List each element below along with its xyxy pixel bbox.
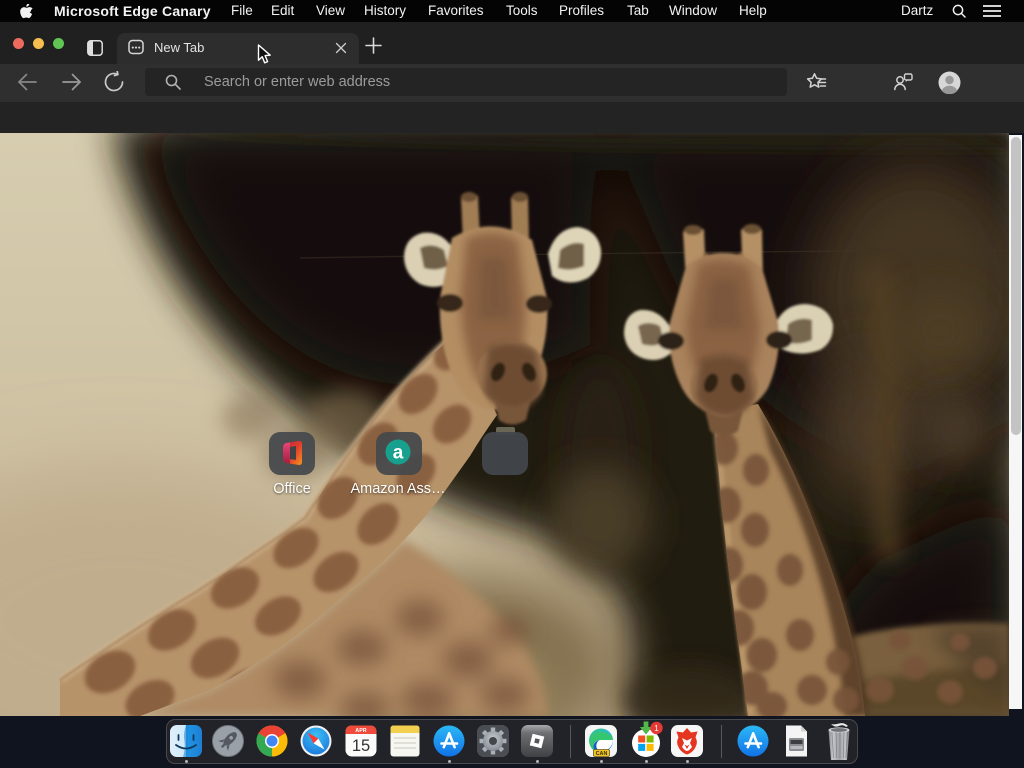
svg-text:a: a — [393, 443, 404, 464]
svg-text:CAN: CAN — [596, 751, 608, 757]
svg-text:APR: APR — [355, 728, 366, 734]
svg-text:15: 15 — [352, 737, 370, 755]
svg-text:1: 1 — [654, 724, 659, 733]
